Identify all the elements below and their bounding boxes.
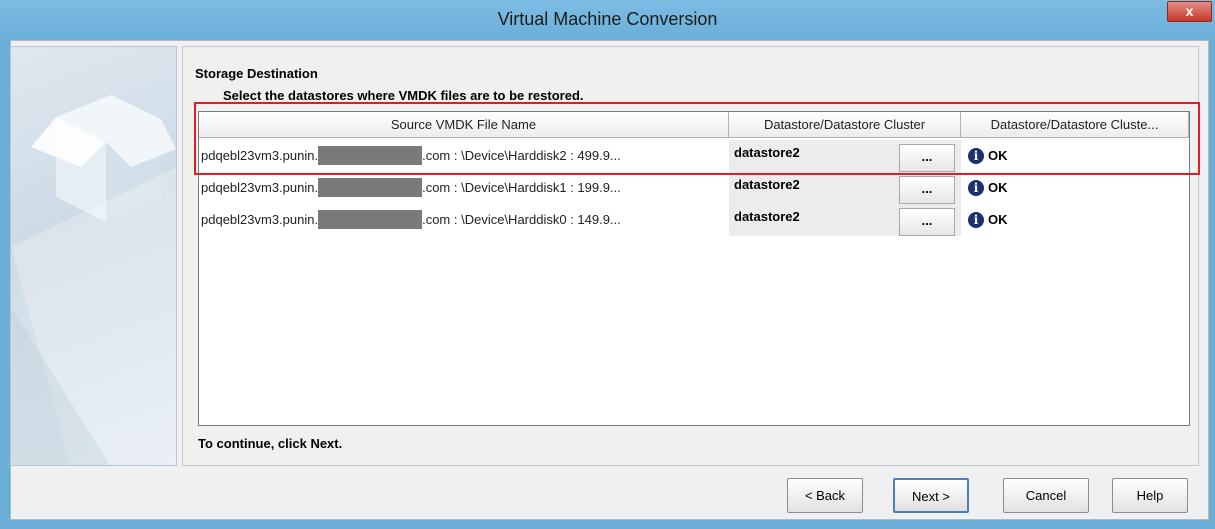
- status-text: OK: [988, 148, 1008, 163]
- column-header-status[interactable]: Datastore/Datastore Cluste...: [961, 112, 1189, 138]
- info-icon: i: [968, 180, 984, 196]
- datastore-value: datastore2: [734, 177, 800, 192]
- status-cell: i OK: [961, 140, 1189, 172]
- back-button[interactable]: < Back: [787, 478, 863, 513]
- title-bar[interactable]: Virtual Machine Conversion x: [0, 0, 1215, 40]
- source-file-cell: pdqebl23vm3.punin. .com : \Device\Harddis…: [199, 140, 729, 172]
- column-header-source[interactable]: Source VMDK File Name: [199, 112, 729, 138]
- section-title: Storage Destination: [195, 66, 318, 81]
- status-text: OK: [988, 180, 1008, 195]
- continue-instruction: To continue, click Next.: [198, 436, 343, 451]
- table-row[interactable]: pdqebl23vm3.punin. .com : \Device\Harddis…: [199, 204, 1189, 236]
- redacted-block: [318, 145, 423, 165]
- table-row[interactable]: pdqebl23vm3.punin. .com : \Device\Harddis…: [199, 172, 1189, 204]
- source-file-suffix: .com : \Device\Harddisk2 : 499.9...: [422, 148, 621, 163]
- table-header: Source VMDK File Name Datastore/Datastor…: [199, 112, 1189, 138]
- close-button[interactable]: x: [1167, 1, 1212, 22]
- next-button[interactable]: Next >: [893, 478, 969, 513]
- window: Virtual Machine Conversion x Storage Des…: [0, 0, 1215, 529]
- open-box-icon: [11, 95, 176, 465]
- redacted-block: [318, 209, 423, 229]
- window-title: Virtual Machine Conversion: [497, 9, 718, 29]
- status-text: OK: [988, 212, 1008, 227]
- browse-datastore-button[interactable]: ...: [899, 208, 955, 236]
- datastore-value: datastore2: [734, 209, 800, 224]
- datastore-value: datastore2: [734, 145, 800, 160]
- help-button[interactable]: Help: [1112, 478, 1188, 513]
- datastore-cell[interactable]: datastore2 ...: [729, 172, 961, 204]
- source-file-cell: pdqebl23vm3.punin. .com : \Device\Harddis…: [199, 172, 729, 204]
- section-subtitle: Select the datastores where VMDK files a…: [223, 88, 584, 103]
- datastore-cell[interactable]: datastore2 ...: [729, 140, 961, 172]
- source-file-cell: pdqebl23vm3.punin. .com : \Device\Harddis…: [199, 204, 729, 236]
- info-icon: i: [968, 148, 984, 164]
- source-file-prefix: pdqebl23vm3.punin.: [201, 148, 319, 163]
- redacted-block: [318, 177, 423, 197]
- vmdk-table: Source VMDK File Name Datastore/Datastor…: [198, 111, 1190, 426]
- table-row[interactable]: pdqebl23vm3.punin. .com : \Device\Harddis…: [199, 140, 1189, 172]
- datastore-cell[interactable]: datastore2 ...: [729, 204, 961, 236]
- column-header-datastore[interactable]: Datastore/Datastore Cluster: [729, 112, 961, 138]
- source-file-prefix: pdqebl23vm3.punin.: [201, 212, 319, 227]
- status-cell: i OK: [961, 204, 1189, 236]
- source-file-prefix: pdqebl23vm3.punin.: [201, 180, 319, 195]
- browse-datastore-button[interactable]: ...: [899, 176, 955, 204]
- status-cell: i OK: [961, 172, 1189, 204]
- info-icon: i: [968, 212, 984, 228]
- wizard-graphic: [10, 46, 177, 466]
- source-file-suffix: .com : \Device\Harddisk0 : 149.9...: [422, 212, 621, 227]
- browse-datastore-button[interactable]: ...: [899, 144, 955, 172]
- source-file-suffix: .com : \Device\Harddisk1 : 199.9...: [422, 180, 621, 195]
- close-icon: x: [1185, 3, 1194, 19]
- cancel-button[interactable]: Cancel: [1003, 478, 1089, 513]
